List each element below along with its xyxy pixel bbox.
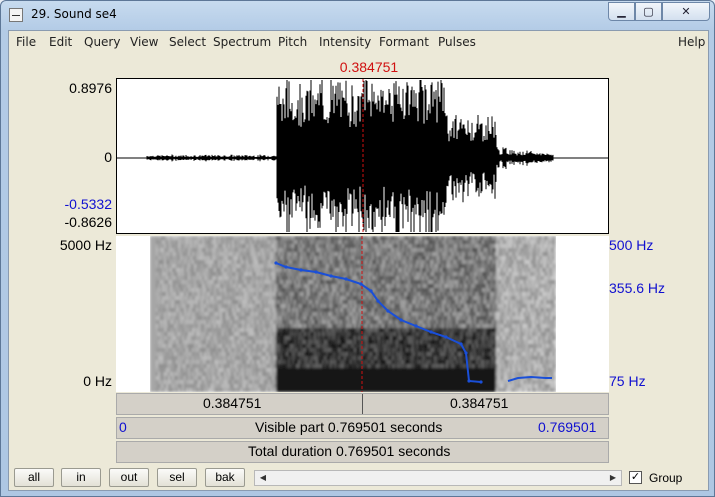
menu-help[interactable]: Help <box>678 35 705 49</box>
zoom-out-button[interactable]: out <box>109 468 149 487</box>
menu-spectrum[interactable]: Spectrum <box>213 35 271 49</box>
menu-pitch[interactable]: Pitch <box>278 35 307 49</box>
minimize-button[interactable]: ▁ <box>608 2 635 21</box>
total-duration-row[interactable]: Total duration 0.769501 seconds <box>116 441 609 463</box>
app-icon <box>9 8 23 22</box>
zoom-in-button[interactable]: in <box>61 468 101 487</box>
app-window: 29. Sound se4 ▁ ▢ ✕ File Edit Query View… <box>0 0 715 497</box>
spectrogram-min-label: 0 Hz <box>83 373 112 389</box>
total-duration-label: Total duration 0.769501 seconds <box>248 443 451 459</box>
menu-edit[interactable]: Edit <box>49 35 72 49</box>
row-divider <box>362 394 363 414</box>
pitch-max-label: 500 Hz <box>609 237 654 253</box>
close-button[interactable]: ✕ <box>662 2 710 21</box>
title-bar[interactable]: 29. Sound se4 ▁ ▢ ✕ <box>1 1 714 29</box>
scroll-left-icon[interactable]: ◀ <box>256 471 270 485</box>
zoom-selection-button[interactable]: sel <box>157 468 197 487</box>
wave-zero-label: 0 <box>104 149 112 165</box>
group-checkbox[interactable]: ✓ <box>629 471 642 484</box>
scroll-right-icon[interactable]: ▶ <box>606 471 620 485</box>
pitch-mid-label: 355.6 Hz <box>609 280 666 296</box>
menu-bar: File Edit Query View Select Spectrum Pit… <box>9 31 708 53</box>
menu-pulses[interactable]: Pulses <box>438 35 476 49</box>
menu-formant[interactable]: Formant <box>379 35 429 49</box>
wave-selection-min-label: -0.5332 <box>64 196 112 212</box>
zoom-all-button[interactable]: all <box>14 468 54 487</box>
spectrogram-max-label: 5000 Hz <box>59 237 112 253</box>
cursor-time-label: 0.384751 <box>339 59 399 75</box>
visible-part-label: Visible part 0.769501 seconds <box>255 419 443 435</box>
menu-select[interactable]: Select <box>169 35 206 49</box>
group-label: Group <box>649 471 683 485</box>
visible-start-label: 0 <box>119 419 127 435</box>
menu-intensity[interactable]: Intensity <box>319 35 371 49</box>
time-right-cell: 0.384751 <box>450 395 509 411</box>
horizontal-scrollbar[interactable]: ◀ ▶ <box>254 470 622 486</box>
visible-end-label: 0.769501 <box>538 419 597 435</box>
menu-view[interactable]: View <box>130 35 158 49</box>
time-left-cell: 0.384751 <box>203 395 262 411</box>
visible-part-row[interactable]: 0 Visible part 0.769501 seconds 0.769501 <box>116 417 609 439</box>
menu-query[interactable]: Query <box>84 35 120 49</box>
selection-time-row[interactable]: 0.384751 0.384751 <box>116 393 609 415</box>
spectrogram-panel[interactable] <box>116 236 609 392</box>
editor-client-area: File Edit Query View Select Spectrum Pit… <box>8 30 709 491</box>
wave-max-label: 0.8976 <box>69 80 112 96</box>
waveform-panel[interactable] <box>116 78 609 234</box>
pitch-min-label: 75 Hz <box>609 373 646 389</box>
window-title: 29. Sound se4 <box>31 7 117 21</box>
wave-min-label: -0.8626 <box>64 214 112 230</box>
waveform-graphic <box>117 79 608 233</box>
maximize-button[interactable]: ▢ <box>635 2 662 21</box>
zoom-back-button[interactable]: bak <box>205 468 245 487</box>
menu-file[interactable]: File <box>16 35 36 49</box>
spectrogram-graphic <box>150 236 556 392</box>
